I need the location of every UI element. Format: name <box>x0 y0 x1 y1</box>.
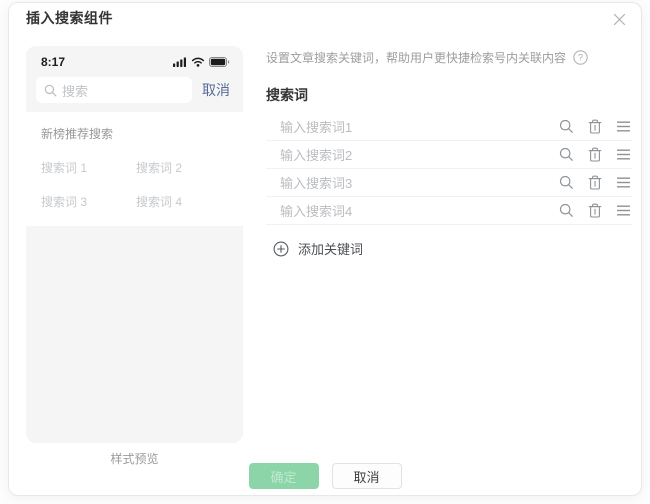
battery-icon <box>209 57 230 67</box>
keyword-row: 输入搜索词2 <box>266 141 632 169</box>
keyword-row: 输入搜索词3 <box>266 169 632 197</box>
recommend-terms-grid: 搜索词 1 搜索词 2 搜索词 3 搜索词 4 <box>41 159 228 210</box>
delete-icon[interactable] <box>588 203 602 218</box>
keyword-input[interactable]: 输入搜索词4 <box>266 201 559 220</box>
search-term: 搜索词 2 <box>136 159 228 176</box>
search-term: 搜索词 3 <box>41 193 136 210</box>
cellular-signal-icon <box>173 57 187 67</box>
delete-icon[interactable] <box>588 119 602 134</box>
delete-icon[interactable] <box>588 147 602 162</box>
search-icon[interactable] <box>559 119 574 134</box>
recommend-section-title: 新榜推荐搜索 <box>41 125 228 142</box>
insert-search-component-dialog: 插入搜索组件 8:17 搜索 取消 新榜推荐搜索 搜索词 1 搜索词 2 <box>8 2 642 496</box>
search-icon[interactable] <box>559 203 574 218</box>
search-icon <box>44 84 57 97</box>
settings-description: 设置文章搜索关键词，帮助用户更快捷检索号内关联内容 ? <box>266 49 632 66</box>
recommend-search-card: 新榜推荐搜索 搜索词 1 搜索词 2 搜索词 3 搜索词 4 <box>26 112 243 226</box>
keyword-input[interactable]: 输入搜索词1 <box>266 117 559 136</box>
cancel-button[interactable]: 取消 <box>332 463 402 489</box>
phone-cancel-link[interactable]: 取消 <box>192 80 233 100</box>
phone-style-preview: 8:17 搜索 取消 新榜推荐搜索 搜索词 1 搜索词 2 搜索词 3 搜索词 … <box>26 46 243 443</box>
add-keyword-button[interactable]: 添加关键词 <box>266 239 632 258</box>
drag-handle-icon[interactable] <box>616 149 631 160</box>
phone-clock: 8:17 <box>41 55 65 69</box>
settings-description-text: 设置文章搜索关键词，帮助用户更快捷检索号内关联内容 <box>266 49 566 66</box>
drag-handle-icon[interactable] <box>616 177 631 188</box>
search-term: 搜索词 1 <box>41 159 136 176</box>
wifi-icon <box>191 57 205 67</box>
keywords-section-title: 搜索词 <box>266 85 632 105</box>
search-icon[interactable] <box>559 175 574 190</box>
delete-icon[interactable] <box>588 175 602 190</box>
keyword-input[interactable]: 输入搜索词3 <box>266 173 559 192</box>
phone-search-placeholder: 搜索 <box>62 81 88 100</box>
dialog-title: 插入搜索组件 <box>26 8 113 28</box>
close-icon[interactable] <box>610 10 628 28</box>
drag-handle-icon[interactable] <box>616 121 631 132</box>
confirm-button[interactable]: 确定 <box>249 463 319 489</box>
add-keyword-label: 添加关键词 <box>298 239 363 258</box>
phone-search-row: 搜索 取消 <box>26 74 243 112</box>
phone-status-bar: 8:17 <box>26 46 243 74</box>
svg-text:?: ? <box>578 53 583 63</box>
help-icon[interactable]: ? <box>573 50 588 65</box>
keyword-input[interactable]: 输入搜索词2 <box>266 145 559 164</box>
phone-search-input[interactable]: 搜索 <box>36 77 192 103</box>
search-keyword-settings: 设置文章搜索关键词，帮助用户更快捷检索号内关联内容 ? 搜索词 输入搜索词1 输… <box>266 49 632 258</box>
dialog-footer: 确定 取消 <box>9 463 641 489</box>
keyword-list: 输入搜索词1 输入搜索词2 输入搜索词3 <box>266 113 632 225</box>
keyword-row: 输入搜索词4 <box>266 197 632 225</box>
plus-circle-icon <box>273 241 289 257</box>
keyword-row: 输入搜索词1 <box>266 113 632 141</box>
search-icon[interactable] <box>559 147 574 162</box>
search-term: 搜索词 4 <box>136 193 228 210</box>
drag-handle-icon[interactable] <box>616 205 631 216</box>
